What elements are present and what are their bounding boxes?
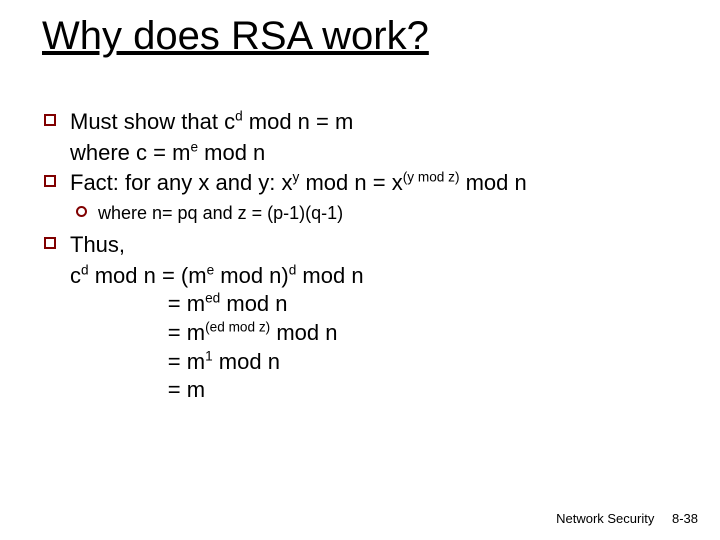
bullet-fact: Fact: for any x and y: xy mod n = x(y mo…: [44, 169, 684, 198]
text: mod n: [220, 291, 287, 316]
superscript: e: [207, 262, 215, 277]
footer: Network Security 8-38: [556, 511, 698, 526]
sub-bullet-where: where n= pq and z = (p-1)(q-1): [44, 202, 684, 225]
footer-page-number: 8-38: [672, 511, 698, 526]
text: Must show that c: [70, 109, 235, 134]
text: = m: [70, 320, 205, 345]
text: mod n: [198, 140, 265, 165]
circle-bullet-icon: [76, 206, 87, 217]
square-bullet-icon: [44, 175, 56, 187]
text: = m: [70, 291, 205, 316]
text: mod n): [214, 263, 289, 288]
text: mod n: [459, 170, 526, 195]
superscript: d: [81, 262, 89, 277]
superscript: (y mod z): [403, 170, 460, 185]
text: mod n: [296, 263, 363, 288]
slide: Why does RSA work? Must show that cd mod…: [0, 0, 720, 540]
slide-title: Why does RSA work?: [42, 14, 429, 59]
equation-line-4: = m1 mod n: [70, 348, 684, 377]
text: where n= pq and z = (p-1)(q-1): [98, 203, 343, 223]
text: = m: [70, 349, 205, 374]
bullet-must-show-cont: where c = me mod n: [44, 139, 684, 168]
superscript: d: [235, 109, 243, 124]
text: Fact: for any x and y: x: [70, 170, 293, 195]
text: c: [70, 263, 81, 288]
text: mod n = x: [299, 170, 402, 195]
square-bullet-icon: [44, 114, 56, 126]
superscript: (ed mod z): [205, 320, 270, 335]
bullet-thus: Thus,: [44, 231, 684, 260]
equation-line-1: cd mod n = (me mod n)d mod n: [70, 262, 684, 291]
text: Thus,: [70, 232, 125, 257]
text: mod n = m: [243, 109, 354, 134]
superscript: 1: [205, 348, 213, 363]
bullet-must-show: Must show that cd mod n = m: [44, 108, 684, 137]
slide-body: Must show that cd mod n = m where c = me…: [44, 108, 684, 405]
superscript: ed: [205, 291, 220, 306]
superscript: e: [190, 139, 198, 154]
equation-block: cd mod n = (me mod n)d mod n = med mod n…: [44, 262, 684, 405]
text: where c = m: [70, 140, 190, 165]
equation-line-2: = med mod n: [70, 290, 684, 319]
text: mod n: [270, 320, 337, 345]
text: mod n: [213, 349, 280, 374]
footer-course: Network Security: [556, 511, 654, 526]
equation-line-5: = m: [70, 376, 684, 405]
text: mod n = (m: [89, 263, 207, 288]
square-bullet-icon: [44, 237, 56, 249]
text: = m: [70, 377, 205, 402]
equation-line-3: = m(ed mod z) mod n: [70, 319, 684, 348]
